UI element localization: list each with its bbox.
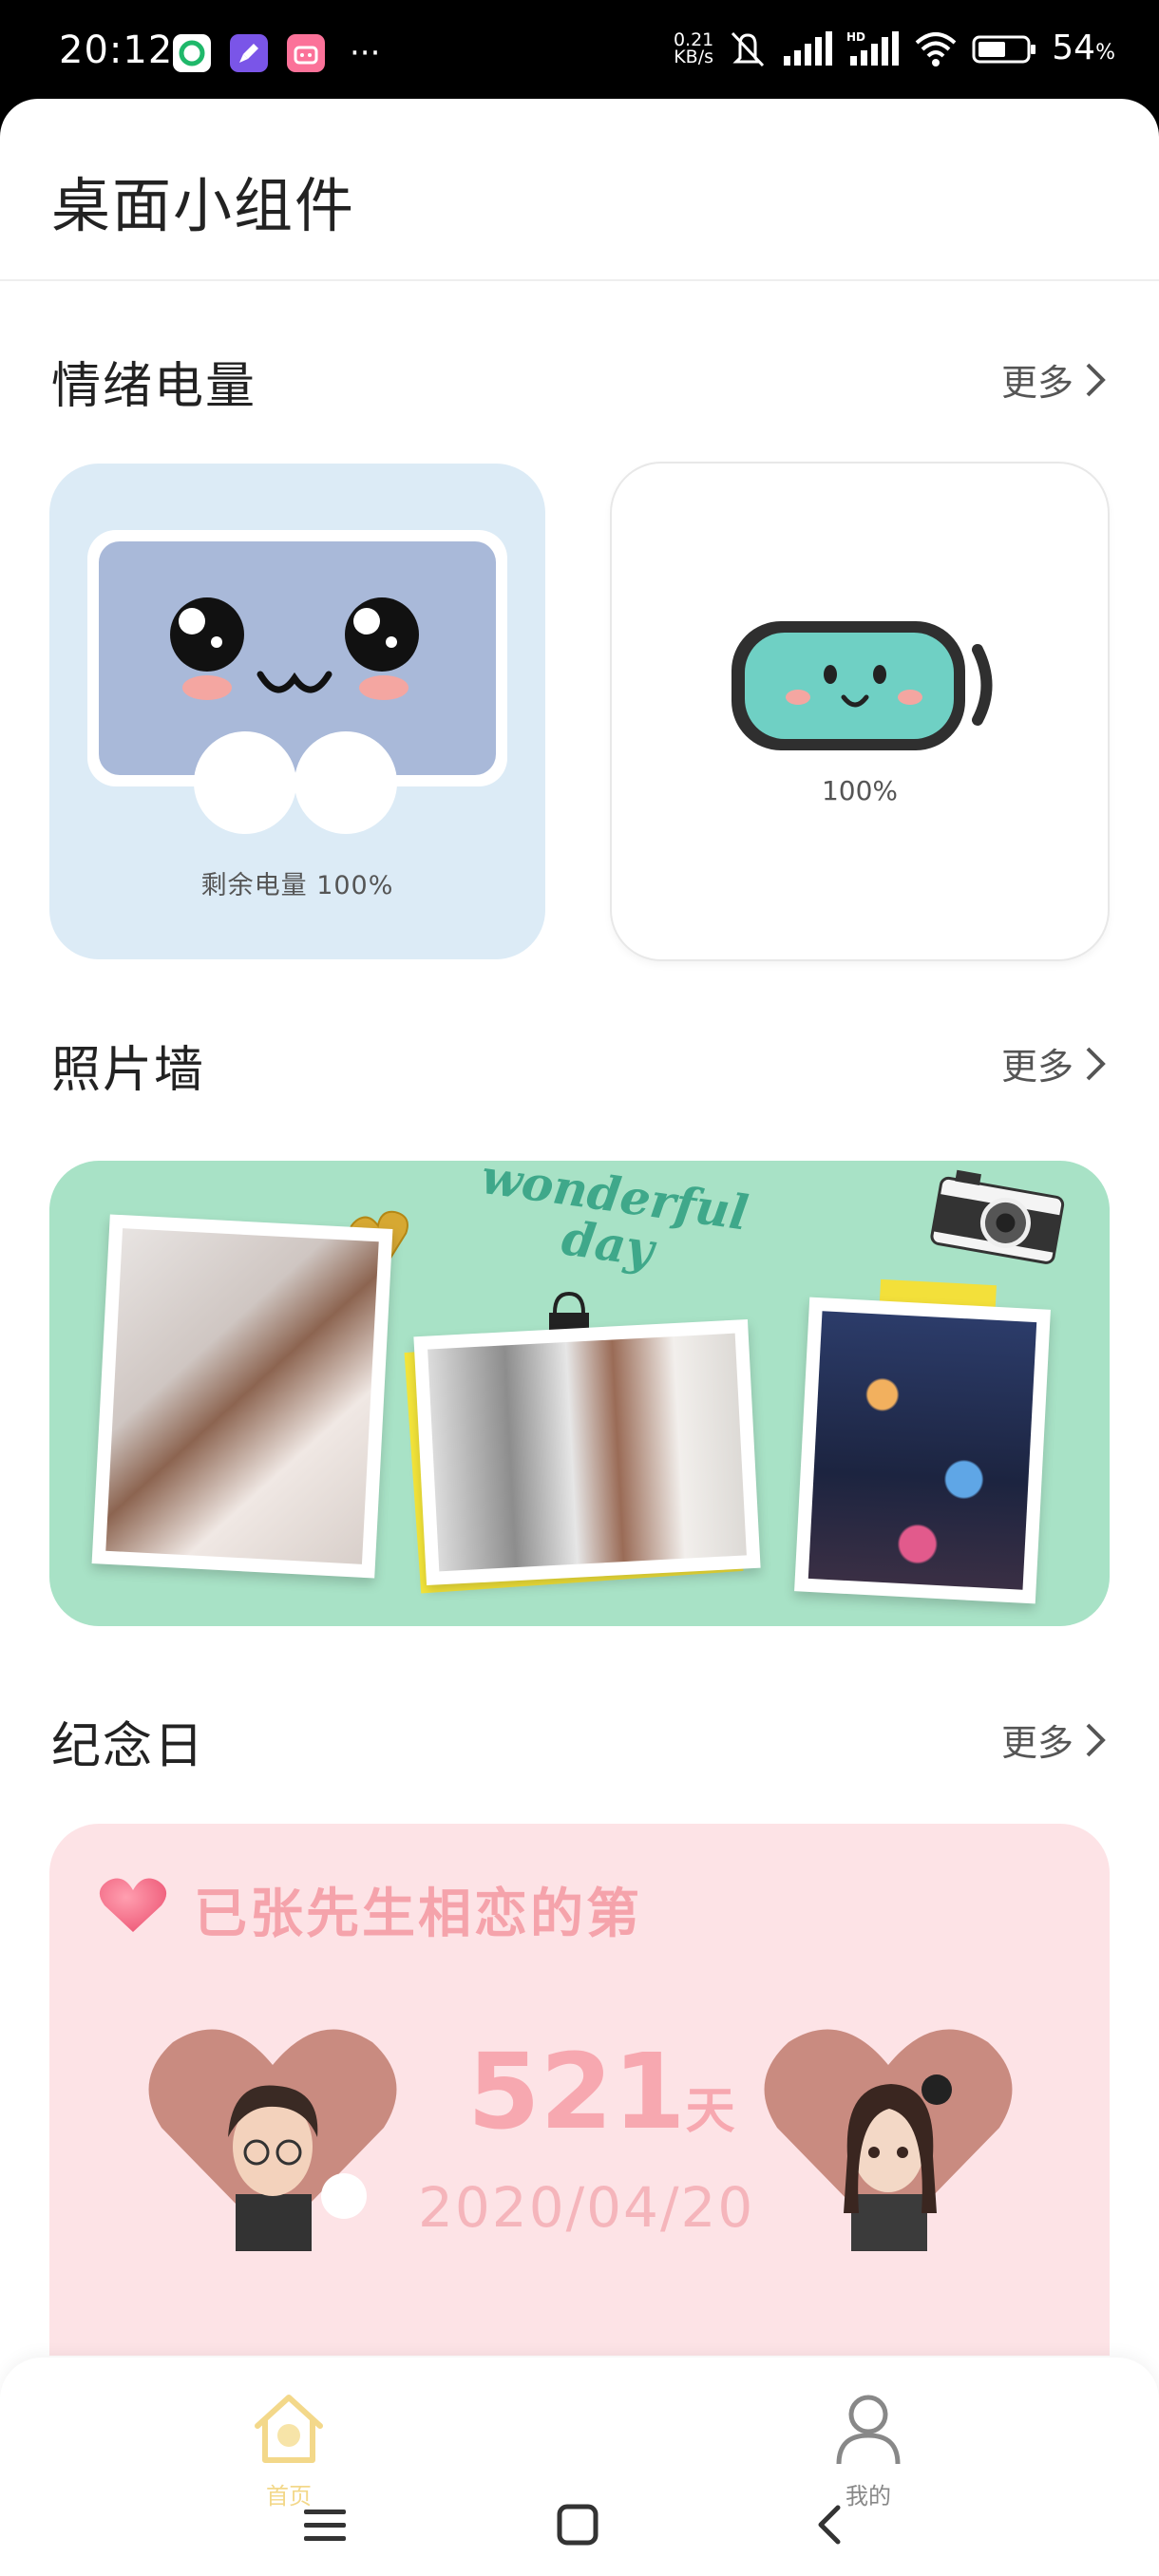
mute-icon (732, 31, 765, 66)
more-button-photo-wall[interactable]: 更多 (1001, 1037, 1108, 1089)
more-label: 更多 (1000, 1046, 1074, 1088)
photo-3-image (808, 1311, 1037, 1590)
section-title-mood: 情绪电量 (51, 358, 257, 415)
green-battery-face-illustration (732, 621, 993, 750)
more-button-mood[interactable]: 更多 (1001, 353, 1108, 406)
network-speed-unit: KB/s (674, 46, 714, 67)
status-time: 20:12 (59, 28, 174, 72)
photo-1 (91, 1214, 393, 1579)
photo-3 (794, 1297, 1051, 1604)
heart-icon (99, 1878, 167, 1932)
days-count: 521 (467, 2031, 686, 2152)
page-title: 桌面小组件 (51, 171, 356, 240)
anniversary-days: 521天 (467, 2031, 735, 2152)
wonderful-day-text: wonderful day (471, 1161, 751, 1287)
anniversary-widget[interactable]: 已张先生相恋的第 521天 2020/04/20 (49, 1824, 1110, 2356)
rocket-app-icon (230, 34, 268, 72)
home-icon (255, 2395, 323, 2463)
days-unit: 天 (685, 2083, 735, 2140)
battery-percent: 54% (1052, 28, 1115, 67)
status-right: 0.21 KB/s HD 54% (674, 28, 1115, 67)
bilibili-app-icon (287, 34, 325, 72)
svg-text:HD: HD (846, 30, 865, 44)
anniversary-caption: 已张先生相恋的第 (194, 1884, 642, 1945)
menu-icon[interactable] (304, 2506, 346, 2544)
notification-icons: ··· (173, 34, 380, 72)
mood-battery-widget-2[interactable]: 100% (612, 464, 1108, 959)
mood-battery-widget-1[interactable]: 剩余电量 100% (49, 464, 545, 959)
girl-avatar-heart (764, 2029, 1013, 2251)
home-square-icon[interactable] (557, 2504, 598, 2546)
boy-avatar-heart (148, 2029, 397, 2251)
chevron-right-icon (1086, 363, 1106, 396)
more-label: 更多 (1000, 1722, 1074, 1764)
section-title-photo-wall: 照片墙 (51, 1042, 206, 1099)
bottom-navigation: 首页 我的 (0, 2358, 1159, 2576)
mood-battery-label-1: 剩余电量 100% (200, 871, 394, 900)
chevron-right-icon (1086, 1723, 1106, 1756)
wifi-icon (915, 31, 957, 66)
title-divider (0, 279, 1159, 281)
photo-2 (413, 1318, 761, 1586)
battery-icon (972, 35, 1036, 63)
camera-sticker-icon (930, 1169, 1065, 1264)
network-speed: 0.21 KB/s (673, 28, 714, 67)
mood-battery-label-2: 100% (821, 775, 899, 806)
photo-2-image (428, 1333, 747, 1572)
more-button-anniversary[interactable]: 更多 (1001, 1714, 1108, 1766)
anniversary-date: 2020/04/20 (418, 2175, 755, 2240)
chevron-right-icon (1086, 1047, 1106, 1080)
network-speed-value: 0.21 (673, 28, 714, 50)
status-bar: 20:12 ··· 0.21 KB/s HD 54% (0, 0, 1159, 104)
system-navigation-bar (0, 2464, 1159, 2576)
more-label: 更多 (1000, 362, 1074, 404)
photo-1-image (105, 1228, 379, 1564)
more-dots-icon: ··· (350, 34, 381, 72)
person-icon (836, 2395, 901, 2465)
back-icon[interactable] (815, 2504, 844, 2546)
wechat-like-app-icon (173, 34, 211, 72)
hd-signal-icon: HD (846, 30, 900, 66)
app-screen: 桌面小组件 情绪电量 更多 剩余电量 100% 100% 照片墙 更多 wond… (0, 99, 1159, 2576)
photo-wall-widget[interactable]: wonderful day (49, 1161, 1110, 1626)
signal-icon (784, 30, 833, 66)
section-title-anniversary: 纪念日 (51, 1718, 206, 1775)
